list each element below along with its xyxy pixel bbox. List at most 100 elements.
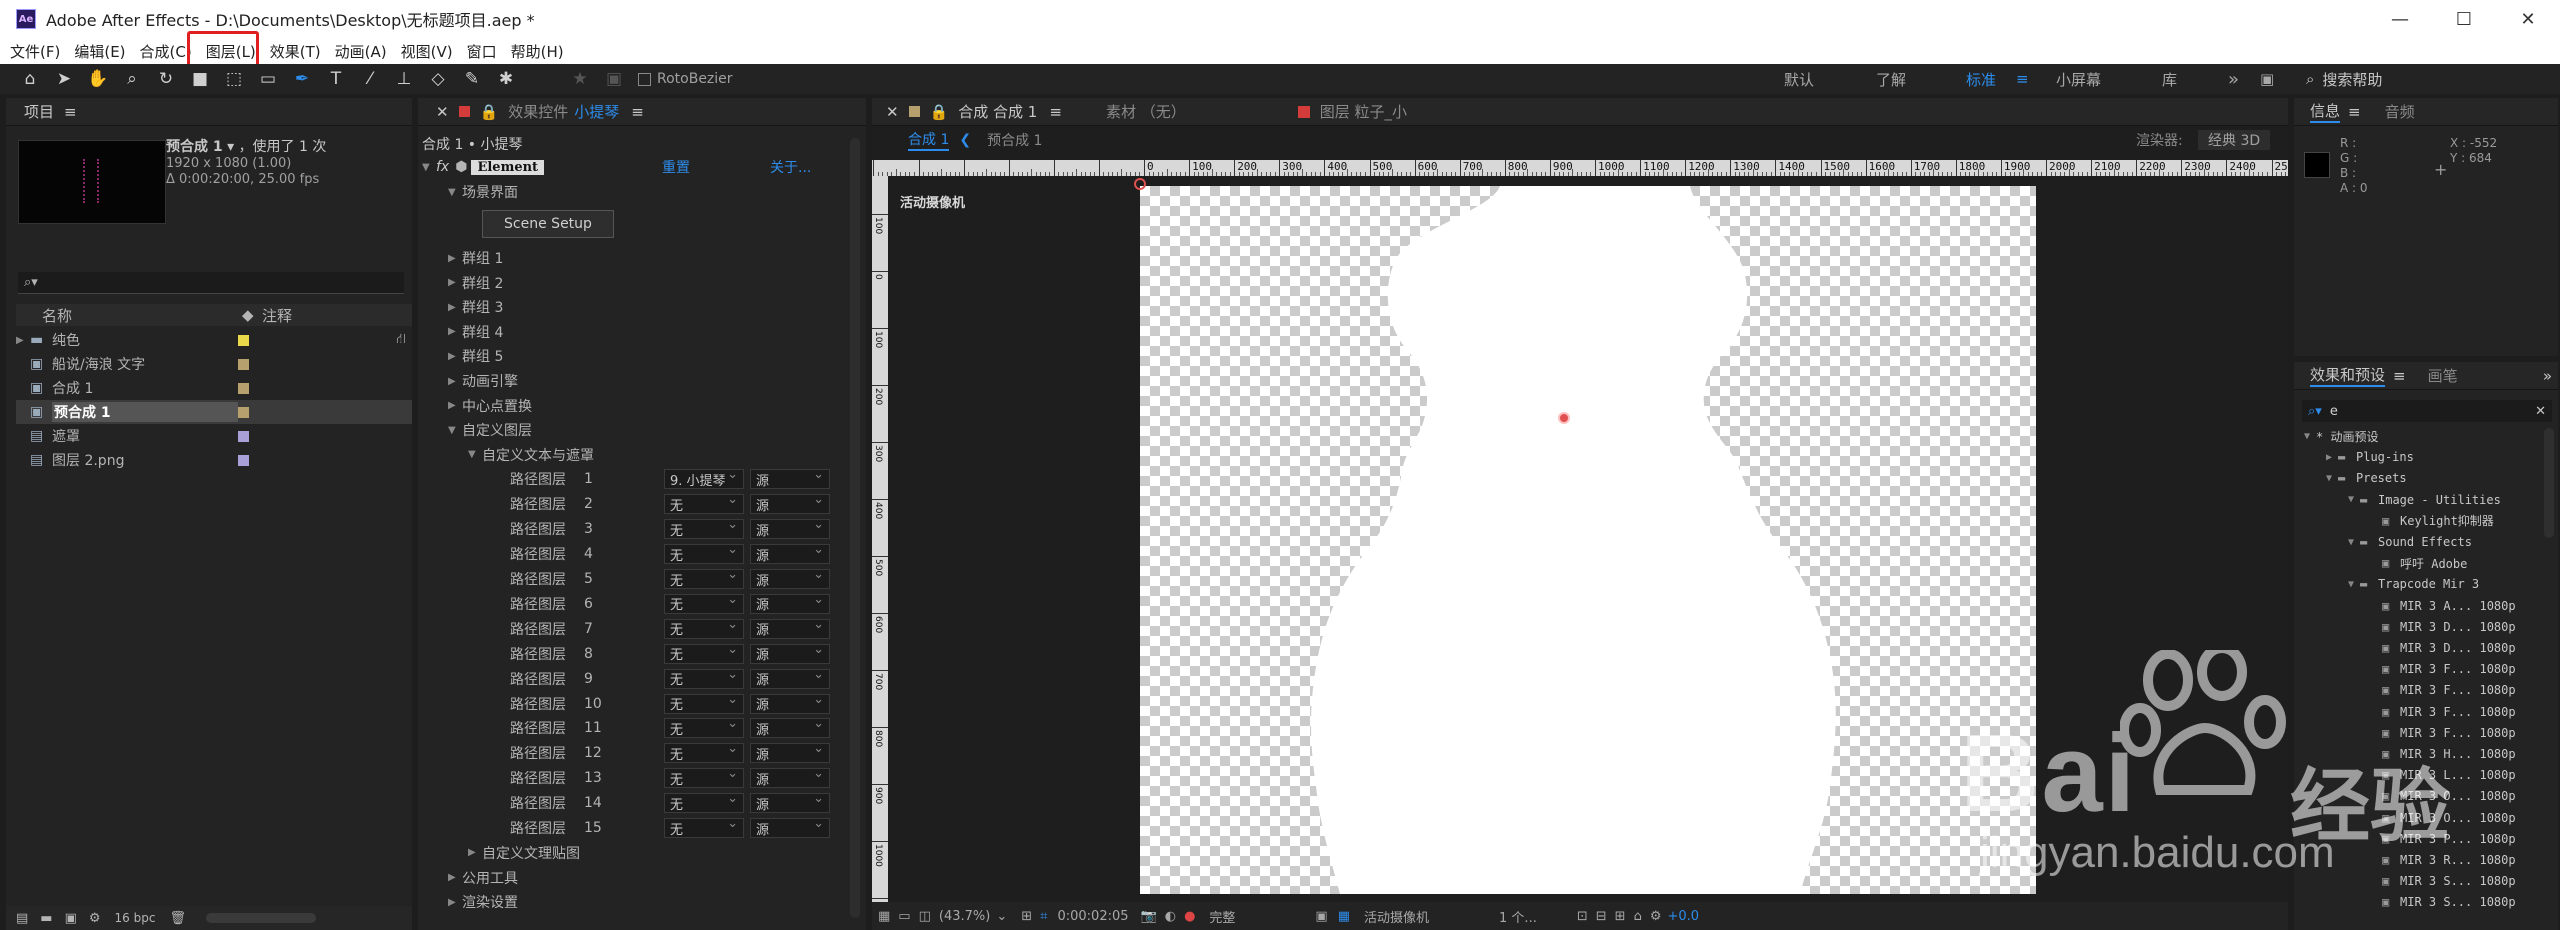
expand-triangle-icon[interactable]: ▶ (448, 351, 462, 362)
group-row[interactable]: ▶ 群组 4 (418, 320, 848, 344)
fast-preview-icon[interactable]: ⊡ (1577, 909, 1588, 924)
effect-controls-tab-prefix[interactable]: 效果控件 (508, 101, 568, 122)
composition-canvas[interactable] (1140, 186, 2036, 894)
effects-presets-tab[interactable]: 效果和预设 (2310, 364, 2386, 387)
path-layer-dropdown[interactable]: 无 (664, 716, 744, 739)
sync-settings-icon[interactable]: ▣ (2260, 64, 2274, 94)
menu-edit[interactable]: 编辑(E) (74, 41, 125, 62)
flowchart-icon[interactable]: ⊞ (1615, 909, 1626, 924)
preset-tree-item[interactable]: ▣ 呼吁 Adobe (2300, 553, 2540, 573)
expand-triangle-icon[interactable]: ▶ (448, 277, 462, 288)
workspace-learn[interactable]: 了解 (1876, 64, 1906, 94)
preset-tree-item[interactable]: ▼ ▬ Trapcode Mir 3 (2300, 574, 2540, 594)
puppet-tool-icon[interactable]: ✱ (496, 69, 516, 89)
expand-triangle-icon[interactable]: ▶ (448, 872, 462, 883)
maximize-button[interactable]: ☐ (2432, 0, 2496, 38)
new-comp-icon[interactable]: ▣ (65, 911, 77, 926)
brush-tab[interactable]: 画笔 (2428, 365, 2458, 386)
project-item[interactable]: ▤ 图层 2.png (16, 448, 412, 472)
label-color-swatch[interactable] (238, 358, 249, 370)
preset-tree-item[interactable]: ▶ ▬ Plug-ins (2300, 447, 2540, 467)
expand-triangle-icon[interactable]: ▼ (2348, 579, 2360, 590)
menu-effect[interactable]: 效果(T) (270, 41, 321, 62)
delete-icon[interactable]: 🗑 (169, 911, 186, 926)
grid-icon[interactable]: ▦ (1338, 909, 1350, 924)
project-settings-icon[interactable]: ⚙ (89, 911, 101, 926)
mask-toggle-icon[interactable]: ◫ (919, 909, 931, 924)
path-source-dropdown[interactable]: 源 (750, 692, 830, 714)
path-source-dropdown[interactable]: 源 (750, 766, 830, 789)
menu-window[interactable]: 窗口 (467, 41, 497, 62)
comp-subtab-other[interactable]: 预合成 1 (987, 130, 1042, 150)
preset-tree-item[interactable]: ▣ MIR 3 S... 1080p (2300, 871, 2540, 891)
selection-tool-icon[interactable]: ➤ (54, 69, 74, 89)
effect-controls-scrollbar[interactable] (850, 138, 860, 918)
exposure-value[interactable]: +0.0 (1667, 909, 1699, 924)
hand-tool-icon[interactable]: ✋ (87, 69, 108, 89)
expand-triangle-icon[interactable]: ▶ (448, 376, 462, 387)
new-folder-icon[interactable]: ▬ (40, 911, 52, 926)
show-snapshot-icon[interactable]: ◐ (1165, 909, 1176, 924)
effect-about-link[interactable]: 关于... (770, 157, 811, 177)
preset-tree-item[interactable]: ▣ MIR 3 F... 1080p (2300, 680, 2540, 700)
audio-tab[interactable]: 音频 (2385, 101, 2415, 122)
scene-setup-button[interactable]: Scene Setup (482, 210, 614, 238)
path-layer-dropdown[interactable]: 无 (664, 692, 744, 714)
overflow-icon[interactable]: » (2543, 367, 2552, 385)
expand-triangle-icon[interactable]: ▶ (468, 847, 482, 858)
group-row[interactable]: ▶ 群组 1 (418, 246, 848, 270)
path-layer-dropdown[interactable]: 无 (664, 592, 744, 614)
preset-tree-item[interactable]: ▣ Keylight抑制器 (2300, 511, 2540, 531)
workspace-libraries[interactable]: 库 (2162, 64, 2177, 94)
preset-tree-item[interactable]: ▼ ▬ Presets (2300, 468, 2540, 488)
workspace-overflow[interactable]: » (2228, 64, 2239, 94)
path-layer-dropdown[interactable]: 无 (664, 542, 744, 565)
pan-behind-tool-icon[interactable]: ⬚ (224, 69, 244, 89)
zoom-dropdown[interactable]: (43.7%) (939, 909, 990, 924)
preset-tree-item[interactable]: ▣ MIR 3 D... 1080p (2300, 638, 2540, 658)
preset-tree-item[interactable]: ▣ MIR 3 R... 1080p (2300, 850, 2540, 870)
hierarchy-icon[interactable]: ⛙ (396, 331, 406, 349)
expand-triangle-icon[interactable]: ▼ (448, 425, 462, 436)
panel-menu-icon[interactable]: ≡ (631, 103, 644, 121)
renderer-value[interactable]: 经典 3D (2198, 130, 2271, 150)
panel-menu-icon[interactable]: ≡ (2393, 367, 2406, 385)
resolution-dropdown[interactable]: 完整 (1209, 907, 1235, 926)
group-row[interactable]: ▶ 群组 2 (418, 271, 848, 295)
preset-tree-item[interactable]: ▣ MIR 3 S... 1080p (2300, 892, 2540, 912)
center-shift-row[interactable]: ▶ 中心点置换 (418, 394, 848, 418)
project-item[interactable]: ▣ 预合成 1 (16, 400, 412, 424)
render-settings-row[interactable]: ▶ 渲染设置 (418, 890, 848, 914)
project-item[interactable]: ▶ ▬ 纯色 ⛙ (16, 328, 412, 352)
snapping-icon[interactable]: ▣ (604, 69, 624, 89)
expand-triangle-icon[interactable]: ▶ (448, 326, 462, 337)
preset-tree-item[interactable]: ▼ ▬ Sound Effects (2300, 532, 2540, 552)
preset-tree-item[interactable]: ▣ MIR 3 H... 1080p (2300, 744, 2540, 764)
expand-triangle-icon[interactable]: ▶ (448, 897, 462, 908)
footage-tab[interactable]: 素材 （无） (1106, 101, 1186, 122)
close-tab-icon[interactable]: ✕ (886, 103, 899, 121)
bpc-label[interactable]: 16 bpc (115, 911, 156, 925)
lock-icon[interactable]: 🔒 (480, 103, 499, 121)
path-source-dropdown[interactable]: 源 (750, 741, 830, 764)
effect-controls-tab-layer[interactable]: 小提琴 (574, 101, 619, 122)
path-source-dropdown[interactable]: 源 (750, 542, 830, 565)
workspace-standard[interactable]: 标准 (1966, 64, 1996, 94)
clone-stamp-tool-icon[interactable]: ⊥ (394, 69, 414, 89)
expand-triangle-icon[interactable]: ▼ (2348, 494, 2360, 505)
path-layer-dropdown[interactable]: 无 (664, 492, 744, 515)
menu-file[interactable]: 文件(F) (10, 41, 60, 62)
preset-tree-item[interactable]: ▣ MIR 3 F... 1080p (2300, 702, 2540, 722)
column-comment[interactable]: 注释 (262, 305, 292, 326)
preset-tree-item[interactable]: ▣ MIR 3 O... 1080p (2300, 808, 2540, 828)
preview-icon[interactable]: ▦ (878, 909, 890, 924)
label-color-swatch[interactable] (238, 334, 249, 346)
path-source-dropdown[interactable]: 源 (750, 567, 830, 589)
eraser-tool-icon[interactable]: ◇ (428, 69, 448, 89)
rotobezier-checkbox[interactable] (638, 72, 651, 86)
workspace-default[interactable]: 默认 (1784, 64, 1814, 94)
path-layer-dropdown[interactable]: 9. 小提琴 (664, 467, 744, 490)
camera-tool-icon[interactable]: ■ (190, 69, 210, 89)
region-icon[interactable]: ⌗ (1040, 909, 1047, 924)
comp-info-dropdown-icon[interactable]: ▾ (227, 139, 234, 155)
